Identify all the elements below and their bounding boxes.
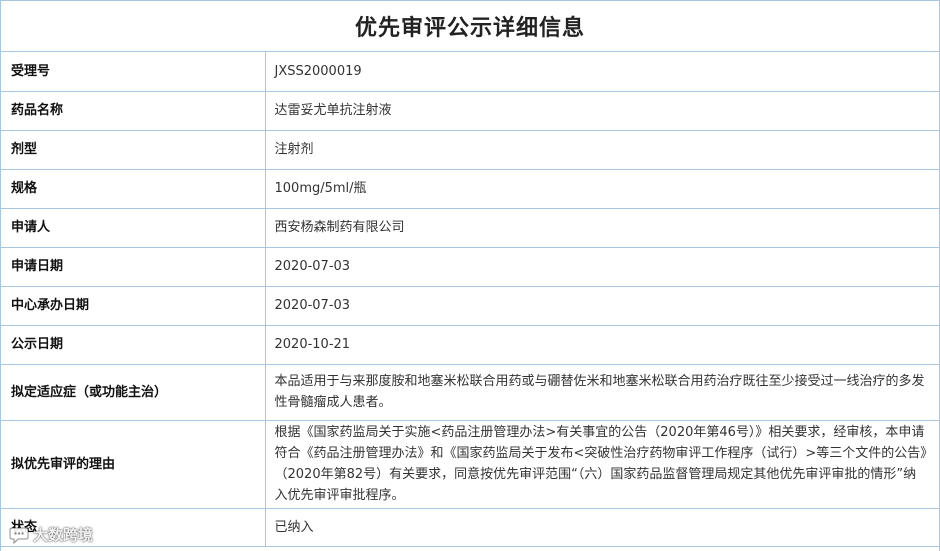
table-row-center-date: 中心承办日期 2020-07-03 bbox=[1, 286, 939, 326]
row-value: 100mg/5ml/瓶 bbox=[265, 169, 939, 209]
row-label: 拟定适应症（或功能主治） bbox=[1, 364, 266, 421]
row-label: 受理号 bbox=[1, 52, 266, 92]
row-value: 注射剂 bbox=[265, 130, 939, 170]
table-row-status: 状态 已纳入 bbox=[1, 508, 939, 547]
row-value: JXSS2000019 bbox=[265, 52, 939, 92]
row-label: 公示日期 bbox=[1, 325, 266, 365]
row-value: 2020-07-03 bbox=[265, 247, 939, 287]
row-value: 2020-10-21 bbox=[265, 325, 939, 365]
row-value: 达雷妥尤单抗注射液 bbox=[265, 91, 939, 131]
table-row-dosage-form: 剂型 注射剂 bbox=[1, 130, 939, 170]
row-value: 西安杨森制药有限公司 bbox=[265, 208, 939, 248]
row-value: 本品适用于与来那度胺和地塞米松联合用药或与硼替佐米和地塞米松联合用药治疗既往至少… bbox=[265, 364, 939, 421]
table-row-application-date: 申请日期 2020-07-03 bbox=[1, 247, 939, 287]
detail-panel: 优先审评公示详细信息 受理号 JXSS2000019 药品名称 达雷妥尤单抗注射… bbox=[0, 0, 940, 551]
detail-table: 受理号 JXSS2000019 药品名称 达雷妥尤单抗注射液 剂型 注射剂 规格… bbox=[1, 52, 939, 547]
row-value: 根据《国家药监局关于实施<药品注册管理办法>有关事宜的公告（2020年第46号）… bbox=[265, 420, 939, 509]
row-label: 药品名称 bbox=[1, 91, 266, 131]
table-row-publication-date: 公示日期 2020-10-21 bbox=[1, 325, 939, 365]
table-row-applicant: 申请人 西安杨森制药有限公司 bbox=[1, 208, 939, 248]
row-value: 2020-07-03 bbox=[265, 286, 939, 326]
row-label: 拟优先审评的理由 bbox=[1, 420, 266, 509]
row-label: 状态 bbox=[1, 508, 266, 547]
row-value: 已纳入 bbox=[265, 508, 939, 547]
table-row-drug-name: 药品名称 达雷妥尤单抗注射液 bbox=[1, 91, 939, 131]
table-row-priority-reason: 拟优先审评的理由 根据《国家药监局关于实施<药品注册管理办法>有关事宜的公告（2… bbox=[1, 420, 939, 509]
title-bar: 优先审评公示详细信息 bbox=[1, 0, 939, 52]
table-row-specification: 规格 100mg/5ml/瓶 bbox=[1, 169, 939, 209]
page-title: 优先审评公示详细信息 bbox=[354, 16, 585, 41]
row-label: 规格 bbox=[1, 169, 266, 209]
table-row-indication: 拟定适应症（或功能主治） 本品适用于与来那度胺和地塞米松联合用药或与硼替佐米和地… bbox=[1, 364, 939, 421]
row-label: 申请日期 bbox=[1, 247, 266, 287]
row-label: 中心承办日期 bbox=[1, 286, 266, 326]
row-label: 剂型 bbox=[1, 130, 266, 170]
row-label: 申请人 bbox=[1, 208, 266, 248]
table-row-acceptance-number: 受理号 JXSS2000019 bbox=[1, 52, 939, 92]
